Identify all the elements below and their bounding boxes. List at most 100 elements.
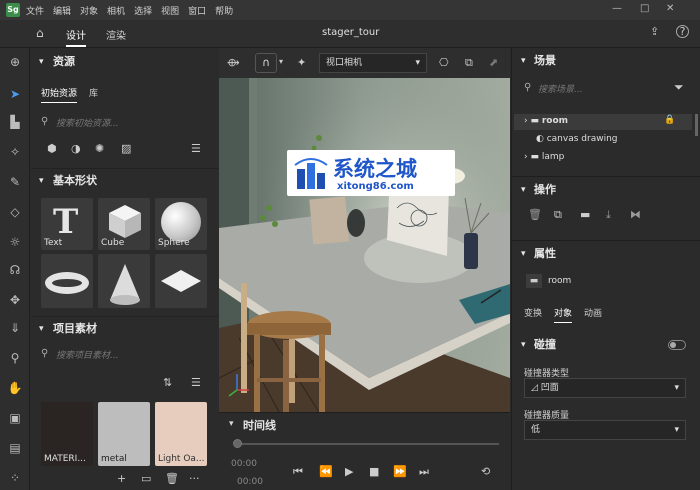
step-back-icon[interactable]: ⏪ [319, 465, 333, 478]
camera-frame-icon[interactable]: ⧉ [465, 56, 473, 70]
material-card[interactable]: MATERI... [41, 402, 93, 466]
tab-render[interactable]: 渲染 [106, 27, 126, 42]
menu-help[interactable]: 帮助 [215, 4, 233, 17]
help-icon[interactable]: ? [676, 25, 689, 38]
timeline-playhead[interactable] [233, 439, 242, 448]
ops-header[interactable]: ▾ 操作 [512, 176, 700, 202]
trash-icon[interactable]: 🗑 [165, 472, 179, 485]
shape-torus[interactable] [41, 254, 93, 308]
scene-scrollbar[interactable] [695, 114, 698, 136]
tree-item-lamp[interactable]: › ▬ lamp [524, 152, 564, 162]
close-icon[interactable]: ✕ [666, 3, 674, 14]
project-header[interactable]: ▾ 项目素材 [31, 316, 218, 340]
duplicate-icon[interactable]: ⧉ [554, 208, 562, 222]
shapes-header[interactable]: ▾ 基本形状 [31, 168, 218, 192]
timeline-track[interactable] [237, 443, 499, 445]
assets-panel: ▾ 资源 初始资源 库 ⚲ 搜索初始资源... ⬢ ◑ ✺ ▨ ☰ ▾ 基本形状 T… [31, 48, 218, 490]
eyedropper-icon[interactable]: ✎ [7, 174, 23, 190]
sort-icon[interactable]: ⇅ [163, 376, 172, 389]
play-icon[interactable]: ▶ [345, 465, 353, 478]
material-icon[interactable]: ◑ [71, 142, 81, 155]
tab-object[interactable]: 对象 [554, 306, 573, 323]
assets-search-input[interactable]: 搜索初始资源... [56, 116, 119, 134]
tab-design[interactable]: 设计 [66, 27, 86, 47]
filter-icon[interactable]: ⏷ [674, 80, 684, 95]
viewport-3d[interactable] [219, 78, 510, 412]
magic-wand-icon[interactable]: ✧ [7, 144, 23, 160]
menu-view[interactable]: 视图 [161, 4, 179, 17]
snap-icon[interactable]: ∩ [255, 53, 277, 73]
nodes-icon[interactable]: ⁘ [7, 470, 23, 486]
menu-select[interactable]: 选择 [134, 4, 152, 17]
move-icon[interactable]: ✥ [7, 292, 23, 308]
step-forward-icon[interactable]: ⏩ [393, 465, 407, 478]
tab-initial-assets[interactable]: 初始资源 [41, 86, 78, 103]
menu-camera[interactable]: 相机 [107, 4, 125, 17]
tree-item-room[interactable]: › ▬ room [524, 116, 568, 126]
shape-text[interactable]: T Text [41, 198, 93, 250]
light-icon[interactable]: ✺ [95, 142, 104, 155]
lock-icon[interactable]: 🔒 [664, 115, 675, 125]
chevron-down-icon[interactable]: ▾ [279, 57, 283, 66]
bar-chart-icon[interactable]: ▙ [7, 114, 23, 130]
transform-icon[interactable]: ⟴ [227, 56, 240, 69]
stop-icon[interactable]: ■ [369, 465, 379, 478]
tab-library[interactable]: 库 [89, 86, 98, 99]
briefcase-icon[interactable]: ▤ [7, 440, 23, 456]
image-icon[interactable]: ▨ [121, 142, 131, 155]
hand-icon[interactable]: ✋ [7, 380, 23, 396]
more-icon[interactable]: ··· [189, 472, 200, 485]
menu-object[interactable]: 对象 [80, 4, 98, 17]
panel-icon[interactable]: ▣ [7, 410, 23, 426]
chevron-down-icon[interactable]: ▾ [229, 419, 234, 429]
shape-plane[interactable] [155, 254, 207, 308]
paint-icon[interactable]: ☊ [7, 262, 23, 278]
material-card[interactable]: metal [98, 402, 150, 466]
shape-cone[interactable] [98, 254, 150, 308]
menu-window[interactable]: 窗口 [188, 4, 206, 17]
assets-header[interactable]: ▾ 资源 [31, 50, 218, 74]
list-view-icon[interactable]: ☰ [191, 376, 201, 389]
props-header[interactable]: ▾ 属性 [512, 240, 700, 266]
list-view-icon[interactable]: ☰ [191, 142, 201, 155]
sparkle-icon[interactable]: ✦ [297, 56, 306, 69]
light-icon[interactable]: ☼ [7, 234, 23, 250]
collider-type-select[interactable]: ◿ 凹面 ▾ [524, 378, 686, 398]
add-icon[interactable]: + [117, 472, 126, 485]
scene-header[interactable]: ▾ 场景 [512, 48, 700, 74]
drop-to-floor-icon[interactable]: ⤓ [606, 208, 611, 222]
collision-toggle[interactable] [668, 340, 686, 350]
camera-share-icon[interactable]: ⬈ [489, 56, 498, 69]
folder-icon[interactable]: ▭ [141, 472, 151, 485]
zoom-icon[interactable]: ⚲ [7, 350, 23, 366]
home-icon[interactable]: ⌂ [36, 26, 44, 40]
minimize-icon[interactable]: — [612, 3, 622, 14]
geometry-icon[interactable]: ⬢ [47, 142, 57, 155]
mirror-icon[interactable]: ⧓ [630, 208, 641, 221]
shape-sphere[interactable]: Sphere [155, 198, 207, 250]
project-search-input[interactable]: 搜索项目素材... [56, 348, 119, 366]
camera-select[interactable]: 视口相机 ▾ [319, 53, 427, 73]
add-icon[interactable]: ⊕ [7, 54, 23, 70]
scene-search-input[interactable]: 搜索场景... [538, 82, 583, 100]
menu-edit[interactable]: 编辑 [53, 4, 71, 17]
collider-quality-select[interactable]: 低 ▾ [524, 420, 686, 440]
skip-start-icon[interactable]: ⏮ [293, 465, 303, 479]
tree-item-canvas-drawing[interactable]: ◐ canvas drawing [536, 134, 617, 144]
skip-end-icon[interactable]: ⏭ [419, 465, 429, 479]
maximize-icon[interactable]: □ [640, 3, 649, 14]
trash-icon[interactable]: 🗑 [528, 208, 542, 221]
drop-icon[interactable]: ⇓ [7, 320, 23, 336]
material-card[interactable]: Light Oa... [155, 402, 207, 466]
shape-cube[interactable]: Cube [98, 198, 150, 250]
cube-icon[interactable]: ◇ [7, 204, 23, 220]
folder-icon[interactable]: ▬ [580, 208, 590, 221]
loop-icon[interactable]: ⟲ [481, 465, 490, 478]
select-icon[interactable]: ➤ [7, 86, 23, 102]
chevron-down-icon: ▾ [39, 324, 44, 334]
tab-animation[interactable]: 动画 [584, 306, 602, 319]
tab-transform[interactable]: 变换 [524, 306, 542, 319]
menu-file[interactable]: 文件 [26, 4, 44, 17]
share-icon[interactable]: ⇪ [650, 25, 659, 38]
camera-icon[interactable]: ⎔ [439, 56, 449, 69]
